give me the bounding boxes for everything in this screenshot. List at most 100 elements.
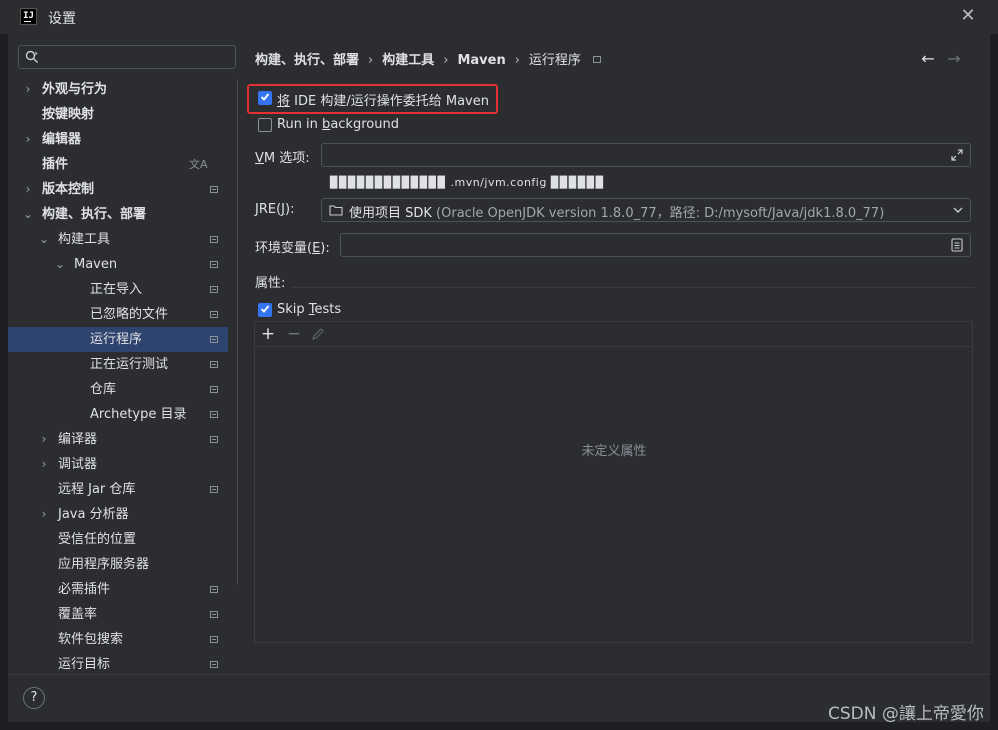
sidebar-item-build-execution-deployment[interactable]: ⌄ 构建、执行、部署 (8, 202, 228, 227)
chevron-right-icon[interactable]: › (38, 502, 50, 527)
jre-select[interactable]: 使用项目 SDK (Oracle OpenJDK version 1.8.0_7… (321, 198, 971, 222)
window-left-edge (0, 0, 8, 730)
intellij-logo-icon: IJ (20, 8, 37, 25)
sidebar-item-running-tests[interactable]: 正在运行测试 (8, 352, 228, 377)
delegate-to-maven-label[interactable]: 将 IDE 构建/运行操作委托给 Maven (277, 90, 489, 109)
label-text: M 选项: (263, 151, 310, 166)
window-title: 设置 (48, 11, 76, 27)
sidebar-item-remote-jar-repositories[interactable]: 远程 Jar 仓库 (8, 477, 228, 502)
label-text: Run in (277, 117, 323, 132)
sidebar-item-package-search[interactable]: 软件包搜索 (8, 627, 228, 652)
chevron-right-icon[interactable]: › (38, 452, 50, 477)
label-text: ): (285, 202, 295, 217)
env-variables-label: 环境变量(E): (255, 237, 330, 256)
sidebar-item-compiler[interactable]: › 编译器 (8, 427, 228, 452)
window-right-edge (990, 0, 998, 730)
project-settings-icon (210, 611, 218, 618)
sidebar-item-label: 按键映射 (42, 107, 95, 122)
sidebar-item-maven[interactable]: ⌄ Maven (8, 252, 228, 277)
add-icon[interactable]: + (258, 324, 278, 344)
help-button[interactable]: ? (23, 687, 45, 709)
run-in-background-checkbox[interactable] (258, 118, 272, 132)
skip-tests-checkbox[interactable] (258, 303, 272, 317)
vm-options-label: VM 选项: (255, 147, 310, 166)
remove-icon[interactable]: − (284, 324, 304, 344)
close-icon[interactable]: ✕ (958, 6, 978, 26)
back-arrow-icon[interactable]: ← (920, 49, 936, 68)
chevron-down-icon[interactable]: ⌄ (38, 227, 50, 252)
search-icon (25, 50, 38, 63)
project-settings-icon (210, 586, 218, 593)
properties-section-label: 属性: (255, 276, 286, 291)
project-settings-icon (210, 336, 218, 343)
label-text: ests (314, 302, 342, 317)
breadcrumb-item-current: 运行程序 (528, 53, 581, 68)
chevron-down-icon[interactable] (952, 204, 964, 216)
sidebar-item-repositories[interactable]: 仓库 (8, 377, 228, 402)
sidebar-item-label: Maven (74, 257, 118, 272)
forward-arrow-icon[interactable]: → (946, 49, 962, 68)
vm-options-field[interactable] (321, 143, 971, 167)
run-in-background-label[interactable]: Run in background (277, 117, 399, 132)
sidebar-item-debugger[interactable]: › 调试器 (8, 452, 228, 477)
sidebar-item-trusted-locations[interactable]: 受信任的位置 (8, 527, 228, 552)
sidebar-item-importing[interactable]: 正在导入 (8, 277, 228, 302)
label-text: JRE( (255, 202, 282, 217)
sidebar-item-ignored-files[interactable]: 已忽略的文件 (8, 302, 228, 327)
sidebar-item-required-plugins[interactable]: 必需插件 (8, 577, 228, 602)
sidebar-item-keymap[interactable]: 按键映射 (8, 102, 228, 127)
project-settings-icon (210, 436, 218, 443)
project-settings-icon (210, 286, 218, 293)
edit-pencil-icon[interactable] (310, 326, 326, 342)
sidebar-item-coverage[interactable]: 覆盖率 (8, 602, 228, 627)
chevron-right-icon[interactable]: › (22, 177, 34, 202)
chevron-right-icon[interactable]: › (22, 127, 34, 152)
sidebar-item-label: 覆盖率 (58, 607, 98, 622)
search-box[interactable] (18, 45, 236, 69)
settings-content: 构建、执行、部署 › 构建工具 › Maven › 运行程序 ← → 将 IDE 构建/运行… (240, 34, 990, 674)
project-settings-icon (210, 661, 218, 668)
chevron-down-icon[interactable]: ⌄ (22, 202, 34, 227)
project-settings-icon (210, 636, 218, 643)
sidebar-item-java-profiler[interactable]: › Java 分析器 (8, 502, 228, 527)
sidebar-item-build-tools[interactable]: ⌄ 构建工具 (8, 227, 228, 252)
chevron-right-icon[interactable]: › (22, 77, 34, 102)
sidebar-item-plugins[interactable]: 插件 文A (8, 152, 228, 177)
sidebar-item-label: 编译器 (58, 432, 98, 447)
chevron-right-icon[interactable]: › (38, 427, 50, 452)
document-icon[interactable] (951, 238, 963, 252)
expand-icon[interactable] (950, 148, 964, 162)
delegate-to-maven-checkbox[interactable] (258, 91, 272, 105)
sidebar-item-editor[interactable]: › 编辑器 (8, 127, 228, 152)
label-text: ackground (330, 117, 399, 132)
sidebar-item-application-servers[interactable]: 应用程序服务器 (8, 552, 228, 577)
sidebar-item-label: 必需插件 (58, 582, 111, 597)
sidebar-scrollbar[interactable] (237, 79, 238, 585)
sidebar-item-label: 运行程序 (90, 332, 143, 347)
project-settings-icon (210, 361, 218, 368)
watermark-text: CSDN @讓上帝愛你 (828, 704, 984, 724)
sidebar-item-label: 仓库 (90, 382, 117, 397)
search-input[interactable] (43, 48, 233, 68)
project-settings-icon (210, 186, 218, 193)
sidebar-item-runner[interactable]: 运行程序 (8, 327, 228, 352)
sidebar-item-label: 构建工具 (58, 232, 111, 247)
settings-sidebar: › 外观与行为 按键映射 › 编辑器 插件 文A › 版本控制 ⌄ 构建、执行、… (8, 34, 238, 674)
skip-tests-label[interactable]: Skip Tests (277, 302, 341, 317)
chevron-down-icon[interactable]: ⌄ (54, 252, 66, 277)
sidebar-item-label: 远程 Jar 仓库 (58, 482, 136, 497)
sidebar-item-appearance[interactable]: › 外观与行为 (8, 77, 228, 102)
sidebar-item-label: 运行目标 (58, 657, 111, 672)
env-variables-field[interactable] (340, 233, 971, 257)
jre-value-detail: (Oracle OpenJDK version 1.8.0_77，路径: D:/… (431, 206, 885, 221)
sidebar-item-label: 编辑器 (42, 132, 82, 147)
sidebar-item-label: 外观与行为 (42, 82, 108, 97)
breadcrumb: 构建、执行、部署 › 构建工具 › Maven › 运行程序 (255, 49, 601, 68)
settings-tree: › 外观与行为 按键映射 › 编辑器 插件 文A › 版本控制 ⌄ 构建、执行、… (8, 77, 228, 674)
folder-icon (329, 205, 343, 216)
sidebar-item-run-targets[interactable]: 运行目标 (8, 652, 228, 674)
sidebar-item-label: 正在导入 (90, 282, 143, 297)
properties-table: + − 未定义属性 (254, 321, 973, 643)
sidebar-item-version-control[interactable]: › 版本控制 (8, 177, 228, 202)
sidebar-item-archetype-catalogs[interactable]: Archetype 目录 (8, 402, 228, 427)
